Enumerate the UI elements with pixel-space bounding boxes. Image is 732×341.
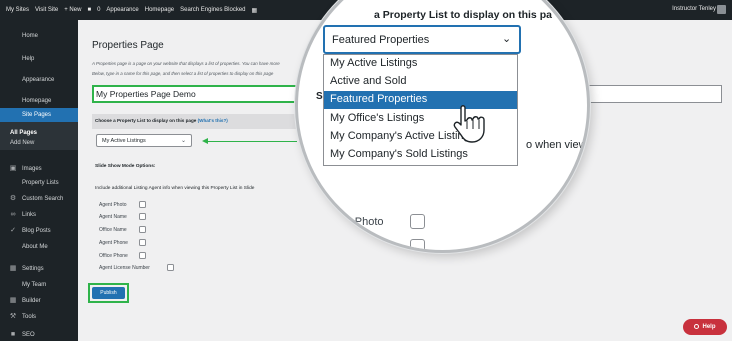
dropdown-option-company-sold-listings[interactable]: My Company's Sold Listings bbox=[324, 146, 517, 164]
zoom-agent-photo-checkbox[interactable] bbox=[410, 214, 425, 229]
admin-bar-visit-site[interactable]: Visit Site bbox=[35, 7, 58, 13]
agent-name-label: Agent Name bbox=[99, 214, 127, 220]
agent-phone-checkbox[interactable] bbox=[139, 239, 146, 246]
avatar[interactable] bbox=[717, 5, 726, 14]
admin-bar-user[interactable]: Instructor Tenley bbox=[672, 6, 716, 12]
office-phone-label: Office Phone bbox=[99, 253, 128, 259]
agent-photo-label: Agent Photo bbox=[99, 202, 127, 208]
page-description: A Properties page is a page on your webs… bbox=[92, 61, 280, 66]
zoom-property-list-select[interactable]: Featured Properties ⌄ bbox=[323, 25, 521, 54]
office-phone-checkbox[interactable] bbox=[139, 252, 146, 259]
images-icon: ▣ bbox=[9, 165, 17, 172]
agent-license-checkbox[interactable] bbox=[167, 264, 174, 271]
agent-phone-label: Agent Phone bbox=[99, 240, 128, 246]
agent-license-label: Agent License Number bbox=[99, 265, 150, 271]
admin-bar-new[interactable]: + New bbox=[64, 7, 81, 13]
property-list-select[interactable]: My Active Listings ⌄ bbox=[96, 134, 192, 147]
publish-button[interactable]: Publish bbox=[92, 287, 125, 299]
builder-grid-icon: ▦ bbox=[9, 297, 17, 304]
page-title: Properties Page bbox=[92, 40, 164, 51]
comments-icon[interactable]: ■ bbox=[87, 7, 91, 13]
agent-photo-checkbox[interactable] bbox=[139, 201, 146, 208]
wrench-icon: ⚒ bbox=[9, 313, 17, 320]
screen: My Sites Visit Site + New ■ 0 Appearance… bbox=[0, 0, 732, 341]
chevron-down-icon: ⌄ bbox=[502, 33, 512, 45]
chevron-down-icon: ⌄ bbox=[180, 138, 186, 144]
settings-icon: ▦ bbox=[9, 265, 17, 272]
chat-bubble-icon bbox=[694, 323, 700, 329]
link-icon: ∞ bbox=[10, 211, 16, 218]
page-name-input[interactable] bbox=[96, 88, 306, 100]
annotation-arrow-line bbox=[207, 141, 297, 142]
dropdown-option-active-and-sold[interactable]: Active and Sold bbox=[324, 73, 517, 91]
office-name-label: Office Name bbox=[99, 227, 127, 233]
admin-bar-appearance[interactable]: Appearance bbox=[106, 7, 138, 13]
zoom-section-fragment: S bbox=[316, 91, 323, 102]
seo-icon: ■ bbox=[10, 331, 16, 338]
choose-list-label: Choose a Property List to display on thi… bbox=[95, 118, 228, 123]
include-agent-label: Include additional Listing Agent info wh… bbox=[95, 186, 255, 191]
gear-icon: ⚙ bbox=[9, 195, 17, 202]
dropdown-option-my-active-listings[interactable]: My Active Listings bbox=[324, 55, 517, 73]
zoom-agent-photo-label: Agent Photo bbox=[323, 216, 384, 228]
agent-name-checkbox[interactable] bbox=[139, 213, 146, 220]
admin-bar-my-sites[interactable]: My Sites bbox=[6, 7, 29, 13]
admin-bar-homepage[interactable]: Homepage bbox=[145, 7, 174, 13]
pin-icon: ✓ bbox=[10, 227, 16, 234]
help-button[interactable]: Help bbox=[683, 319, 727, 335]
page-instructions: Below, type in a name for this page, and… bbox=[92, 71, 274, 76]
admin-bar-comments-count: 0 bbox=[97, 7, 101, 13]
office-name-checkbox[interactable] bbox=[139, 226, 146, 233]
zoom-heading: a Property List to display on this pa bbox=[374, 9, 552, 21]
hand-cursor-icon bbox=[453, 105, 485, 143]
whats-this-link[interactable]: (What's this?) bbox=[198, 118, 228, 123]
zoom-when-view-text: o when view bbox=[526, 139, 587, 151]
builder-icon[interactable]: ▦ bbox=[252, 7, 258, 14]
admin-bar-search-engines[interactable]: Search Engines Blocked bbox=[180, 7, 245, 13]
slideshow-label: Slide Show Mode Options: bbox=[95, 164, 156, 169]
annotation-arrow-icon bbox=[202, 138, 208, 144]
